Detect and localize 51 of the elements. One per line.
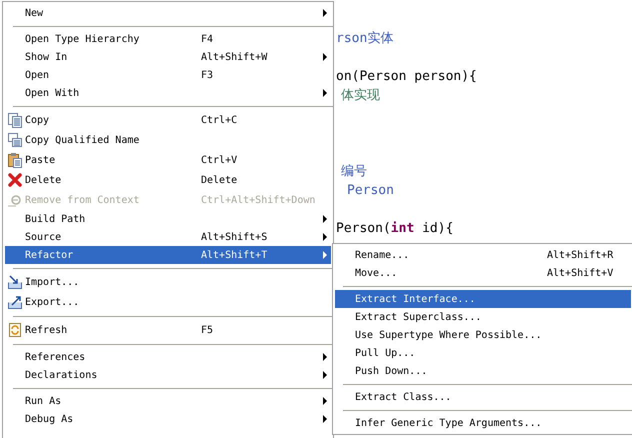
menu-item[interactable]: References (5, 348, 331, 366)
menu-item[interactable]: Import... (5, 272, 331, 292)
menu-item[interactable]: Extract Superclass... (335, 308, 631, 326)
menu-item[interactable]: Declarations (5, 366, 331, 384)
submenu-arrow-icon (322, 371, 328, 379)
refresh-icon (7, 322, 23, 338)
menu-item[interactable]: Refactor Alt+Shift+T (5, 246, 331, 264)
menu-item[interactable]: Open With (5, 84, 331, 102)
copy-icon (7, 112, 23, 128)
menu-item[interactable]: Extract Class... (335, 388, 631, 406)
copy-name-icon (7, 132, 23, 148)
code-line: 编号 (340, 163, 368, 181)
menu-item[interactable]: Infer Generic Type Arguments... (335, 414, 631, 432)
menu-item[interactable]: New (5, 4, 331, 22)
menu-item[interactable]: Pull Up... (335, 344, 631, 362)
menu-item[interactable]: Open F3 (5, 66, 331, 84)
submenu-arrow-icon (322, 353, 328, 361)
submenu-arrow-icon (322, 53, 328, 61)
menu-item[interactable]: Copy Ctrl+C (5, 110, 331, 130)
menu-item[interactable]: Show In Alt+Shift+W (5, 48, 331, 66)
code-line: Person (346, 182, 395, 200)
submenu-arrow-icon (322, 9, 328, 17)
submenu-arrow-icon (322, 251, 328, 259)
menu-item[interactable]: Push Down... (335, 362, 631, 380)
submenu-arrow-icon (322, 233, 328, 241)
menu-item[interactable]: Open Type Hierarchy F4 (5, 30, 331, 48)
export-icon (7, 294, 23, 310)
menu-item[interactable]: Copy Qualified Name (5, 130, 331, 150)
menu-item[interactable]: Debug As (5, 410, 331, 428)
menu-item[interactable]: Refresh F5 (5, 320, 331, 340)
submenu-arrow-icon (322, 89, 328, 97)
submenu-arrow-icon (322, 397, 328, 405)
menu-item[interactable]: Delete Delete (5, 170, 331, 190)
submenu-arrow-icon (322, 215, 328, 223)
code-line: on(Person person){ (336, 68, 478, 86)
menu-item[interactable]: Extract Interface... (335, 290, 631, 308)
code-line: Person(int id){ (336, 220, 454, 238)
menu-item[interactable]: Use Supertype Where Possible... (335, 326, 631, 344)
code-line: rson实体 (336, 30, 394, 48)
paste-icon (7, 152, 23, 168)
menu-item[interactable]: Run As (5, 392, 331, 410)
delete-icon (7, 172, 23, 188)
menu-item[interactable]: Move... Alt+Shift+V (335, 264, 631, 282)
menu-item[interactable]: Export... (5, 292, 331, 312)
menu-item[interactable]: Paste Ctrl+V (5, 150, 331, 170)
menu-item[interactable]: Rename... Alt+Shift+R (335, 246, 631, 264)
submenu-arrow-icon (322, 415, 328, 423)
code-line: 体实现 (340, 87, 381, 105)
menu-item[interactable]: Build Path (5, 210, 331, 228)
import-icon (7, 274, 23, 290)
menu-item[interactable]: Source Alt+Shift+S (5, 228, 331, 246)
